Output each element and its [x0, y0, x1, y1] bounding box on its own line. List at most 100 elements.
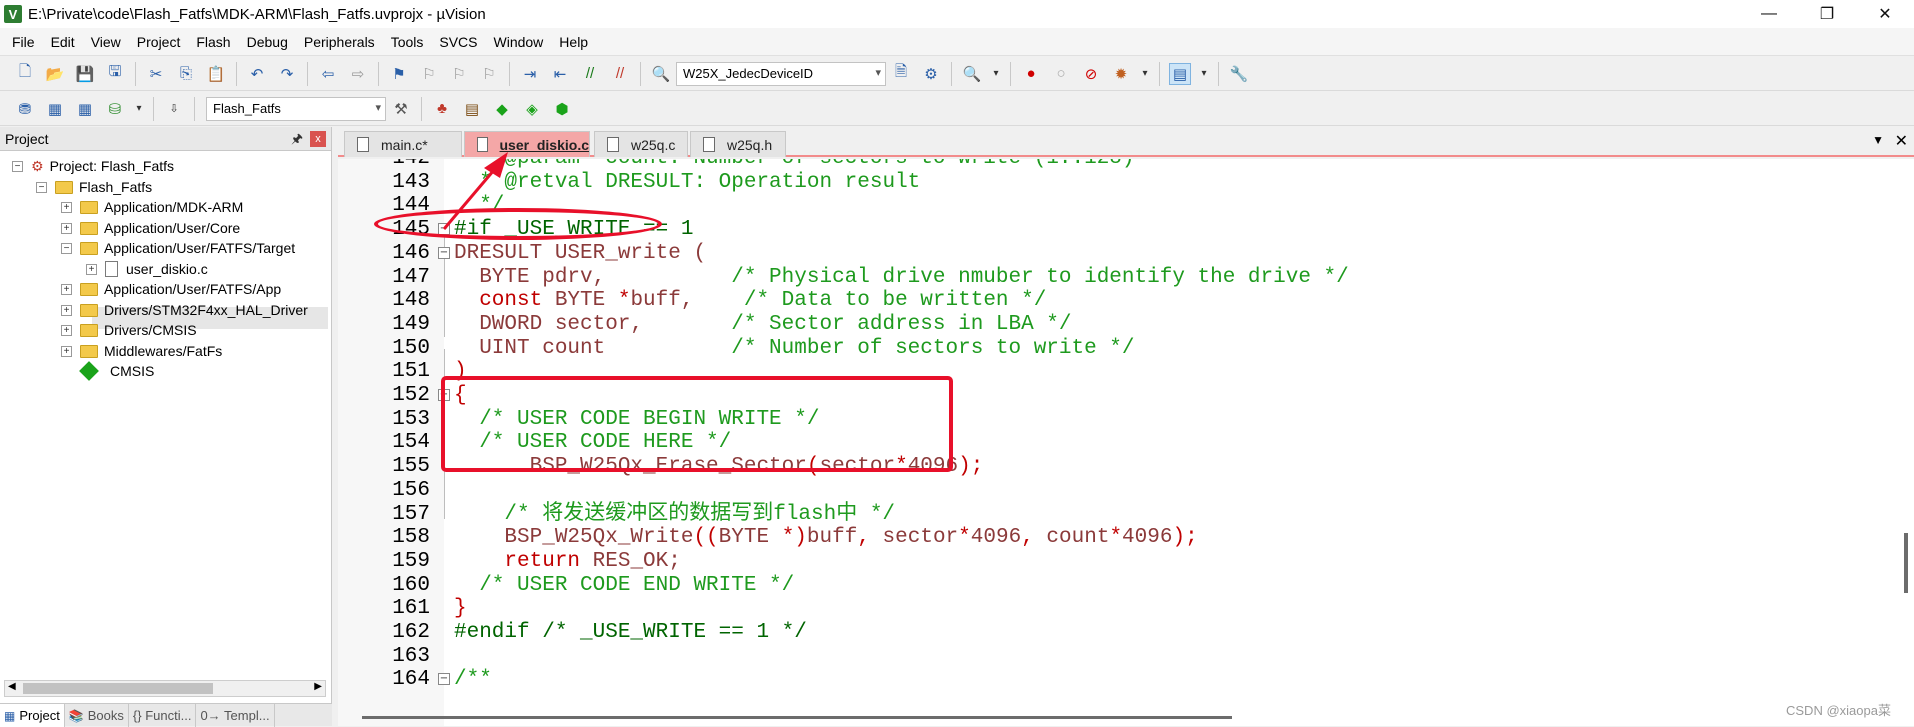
find-in-files-icon[interactable]: 🔍: [650, 63, 672, 85]
collapse-icon[interactable]: −: [12, 160, 23, 172]
menu-tools[interactable]: Tools: [383, 34, 432, 50]
function-combo[interactable]: W25X_JedecDeviceID ▾: [676, 61, 886, 86]
scroll-left-icon[interactable]: ◀: [8, 681, 16, 692]
expand-icon[interactable]: +: [61, 222, 72, 234]
dropdown-arrow-icon[interactable]: ▾: [134, 98, 144, 120]
close-button[interactable]: ✕: [1856, 0, 1914, 28]
cut-icon[interactable]: ✂: [145, 63, 167, 85]
scroll-right-icon[interactable]: ▶: [314, 681, 322, 692]
manage-runtime-icon[interactable]: ▤: [461, 98, 483, 120]
open-file-icon[interactable]: 📂: [44, 63, 66, 85]
tab-main-c[interactable]: main.c*: [344, 131, 462, 157]
expand-icon[interactable]: +: [61, 345, 72, 357]
menu-window[interactable]: Window: [486, 34, 552, 50]
unindent-icon[interactable]: ⇤: [549, 63, 571, 85]
pack-installer-icon[interactable]: ◈: [521, 98, 543, 120]
configure-wrench-icon[interactable]: 🔧: [1228, 63, 1250, 85]
save-icon[interactable]: 💾: [74, 63, 96, 85]
debug-session-icon[interactable]: 🔍: [961, 63, 983, 85]
editor-horizontal-scrollbar[interactable]: [362, 716, 1232, 719]
batch-build-icon[interactable]: ⛁: [104, 98, 126, 120]
pin-icon[interactable]: 🖈: [291, 130, 303, 152]
editor-vertical-scrollbar[interactable]: [1901, 159, 1914, 726]
collapse-icon[interactable]: −: [61, 242, 72, 254]
menu-help[interactable]: Help: [551, 34, 596, 50]
disable-all-breakpoints-icon[interactable]: ⊘: [1080, 63, 1102, 85]
expand-icon[interactable]: +: [61, 324, 72, 336]
dropdown-arrow-icon[interactable]: ▾: [1140, 63, 1150, 85]
clear-bookmarks-icon[interactable]: ⚐: [478, 63, 500, 85]
tab-user-diskio-c[interactable]: user_diskio.c: [464, 131, 590, 157]
tree-item-project[interactable]: − ⚙ Project: Flash_Fatfs: [12, 155, 174, 177]
manage-project-items-icon[interactable]: ♣: [431, 98, 453, 120]
tab-project[interactable]: ▦ Project: [0, 704, 65, 727]
fold-toggle-icon[interactable]: −: [438, 673, 450, 686]
tree-item-target[interactable]: − Flash_Fatfs: [36, 176, 152, 198]
incremental-find-icon[interactable]: ⚙: [920, 63, 942, 85]
rebuild-icon[interactable]: ▦: [74, 98, 96, 120]
tree-item-group[interactable]: + Drivers/STM32F4xx_HAL_Driver: [61, 299, 308, 321]
prev-bookmark-icon[interactable]: ⚐: [418, 63, 440, 85]
kill-all-breakpoints-icon[interactable]: ✹: [1110, 63, 1132, 85]
menu-debug[interactable]: Debug: [239, 34, 296, 50]
tab-templates[interactable]: 0→ Templ...: [196, 704, 275, 727]
copy-icon[interactable]: ⎘: [175, 63, 197, 85]
run-time-environment-icon[interactable]: ⬢: [551, 98, 573, 120]
menu-svcs[interactable]: SVCS: [431, 34, 485, 50]
menu-edit[interactable]: Edit: [43, 34, 83, 50]
expand-icon[interactable]: +: [61, 283, 72, 295]
tab-w25q-h[interactable]: w25q.h: [690, 131, 786, 157]
tree-item-group[interactable]: − Application/User/FATFS/Target: [61, 237, 295, 259]
menu-file[interactable]: File: [4, 34, 43, 50]
uncomment-icon[interactable]: //: [609, 63, 631, 85]
indent-icon[interactable]: ⇥: [519, 63, 541, 85]
save-all-icon[interactable]: 🖫: [104, 63, 126, 85]
target-combo[interactable]: Flash_Fatfs ▾: [206, 96, 386, 121]
maximize-button[interactable]: ❐: [1798, 0, 1856, 28]
tab-w25q-c[interactable]: w25q.c: [594, 131, 688, 157]
redo-icon[interactable]: ↷: [276, 63, 298, 85]
build-icon[interactable]: ▦: [44, 98, 66, 120]
tree-item-group[interactable]: + Application/User/Core: [61, 217, 240, 239]
dropdown-arrow-icon[interactable]: ▾: [991, 63, 1001, 85]
panel-close-icon[interactable]: x: [310, 131, 326, 147]
translate-icon[interactable]: ⛃: [14, 98, 36, 120]
tree-item-group[interactable]: + Drivers/CMSIS: [61, 319, 197, 341]
find-icon[interactable]: 🗎: [890, 63, 912, 85]
target-options-icon[interactable]: ⚒: [390, 98, 412, 120]
expand-icon[interactable]: +: [86, 263, 97, 275]
dropdown-arrow-icon[interactable]: ▾: [1199, 63, 1209, 85]
tree-item-group[interactable]: + Middlewares/FatFs: [61, 340, 222, 362]
menu-project[interactable]: Project: [129, 34, 189, 50]
disable-breakpoint-icon[interactable]: ○: [1050, 63, 1072, 85]
comment-icon[interactable]: //: [579, 63, 601, 85]
tree-item-group[interactable]: + Application/User/FATFS/App: [61, 278, 281, 300]
window-layout-icon[interactable]: ▤: [1169, 62, 1191, 85]
tree-item-cmsis[interactable]: CMSIS: [79, 360, 154, 382]
tab-list-dropdown-icon[interactable]: ▼: [1872, 133, 1884, 147]
download-load-icon[interactable]: ⇩: [163, 98, 185, 120]
expand-icon[interactable]: +: [61, 201, 72, 213]
next-bookmark-icon[interactable]: ⚐: [448, 63, 470, 85]
bookmark-icon[interactable]: ⚑: [388, 63, 410, 85]
scrollbar-thumb[interactable]: [23, 683, 213, 694]
breakpoint-icon[interactable]: ●: [1020, 63, 1042, 85]
fold-toggle-icon[interactable]: −: [438, 246, 450, 259]
undo-icon[interactable]: ↶: [246, 63, 268, 85]
new-file-icon[interactable]: 🗋: [14, 63, 36, 85]
close-tab-icon[interactable]: ✕: [1895, 131, 1908, 151]
tab-functions[interactable]: {} Functi...: [129, 704, 197, 727]
navigate-forward-icon[interactable]: ⇨: [347, 63, 369, 85]
expand-icon[interactable]: +: [61, 304, 72, 316]
menu-view[interactable]: View: [83, 34, 129, 50]
tree-item-file[interactable]: + user_diskio.c: [86, 258, 208, 280]
select-packs-icon[interactable]: ◆: [491, 98, 513, 120]
scrollbar-thumb[interactable]: [1904, 533, 1908, 593]
paste-icon[interactable]: 📋: [205, 63, 227, 85]
menu-flash[interactable]: Flash: [188, 34, 238, 50]
code-editor[interactable]: 142 * @param count: Number of sectors to…: [338, 159, 1914, 726]
tab-books[interactable]: 📚 Books: [65, 704, 129, 727]
project-horizontal-scrollbar[interactable]: ◀ ▶: [4, 680, 326, 697]
tree-item-group[interactable]: + Application/MDK-ARM: [61, 196, 243, 218]
menu-peripherals[interactable]: Peripherals: [296, 34, 383, 50]
